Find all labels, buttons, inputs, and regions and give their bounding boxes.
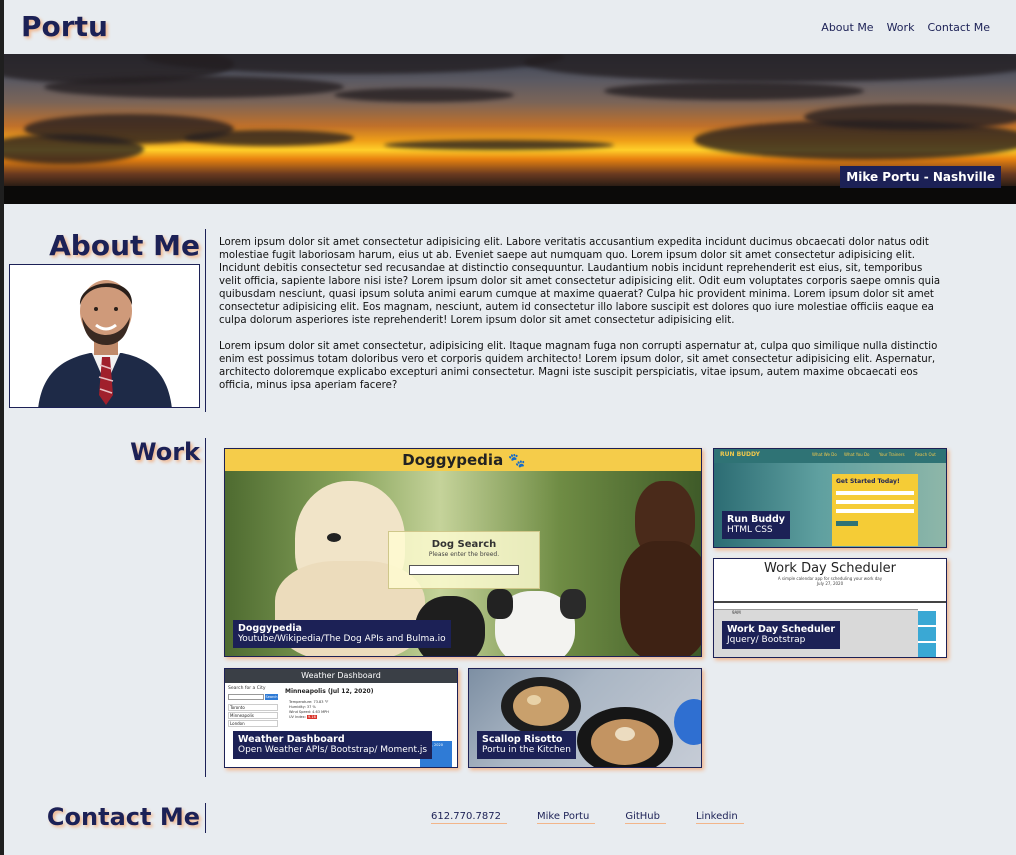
doggypedia-tech: Youtube/Wikipedia/The Dog APIs and Bulma… bbox=[238, 634, 446, 644]
profile-photo bbox=[9, 264, 200, 408]
contact-links: 612.770.7872 Mike Portu GitHub Linkedin bbox=[431, 811, 774, 824]
weather-city-minneapolis: Minneapolis bbox=[228, 712, 278, 719]
weather-city-toronto: Toronto bbox=[228, 704, 278, 711]
run-buddy-nav-2: What You Do bbox=[844, 452, 870, 457]
contact-phone-link[interactable]: 612.770.7872 bbox=[431, 811, 507, 824]
main-nav: About Me Work Contact Me bbox=[808, 21, 990, 34]
project-card-work-day-scheduler[interactable]: Work Day Scheduler A simple calendar app… bbox=[713, 558, 947, 658]
hero-sunset-banner: Mike Portu - Nashville bbox=[4, 54, 1016, 204]
treeline bbox=[4, 186, 1016, 204]
doggypedia-label: Doggypedia Youtube/Wikipedia/The Dog API… bbox=[233, 620, 451, 648]
run-buddy-form: Get Started Today! bbox=[832, 474, 918, 546]
doggypedia-search-panel: Dog Search Please enter the breed. bbox=[388, 531, 540, 589]
weather-screenshot-city: Minneapolis (Jul 12, 2020) bbox=[285, 688, 374, 695]
doggypedia-name: Doggypedia bbox=[238, 623, 302, 634]
weather-detail-uv: UV Index: bbox=[289, 715, 306, 719]
run-buddy-label: Run Buddy HTML CSS bbox=[722, 511, 790, 539]
risotto-tech: Portu in the Kitchen bbox=[482, 745, 571, 755]
scheduler-tech: Jquery/ Bootstrap bbox=[727, 635, 806, 645]
about-title: About Me bbox=[49, 229, 200, 262]
weather-city-london: London bbox=[228, 720, 278, 727]
work-title: Work bbox=[130, 438, 200, 466]
doggypedia-screenshot-title: Doggypedia bbox=[402, 451, 504, 469]
risotto-name: Scallop Risotto bbox=[482, 734, 563, 745]
about-divider bbox=[205, 229, 206, 412]
weather-name: Weather Dashboard bbox=[238, 734, 345, 745]
run-buddy-form-title: Get Started Today! bbox=[836, 478, 900, 485]
contact-github-link[interactable]: GitHub bbox=[625, 811, 666, 824]
nav-link-work[interactable]: Work bbox=[887, 21, 915, 34]
nav-link-about-me[interactable]: About Me bbox=[821, 21, 873, 34]
scheduler-hour: 9AM bbox=[732, 610, 741, 615]
run-buddy-nav-4: Reach Out bbox=[915, 452, 936, 457]
scheduler-screenshot-title: Work Day Scheduler bbox=[764, 561, 896, 576]
doggypedia-search-input bbox=[409, 565, 519, 575]
risotto-label: Scallop Risotto Portu in the Kitchen bbox=[477, 731, 576, 759]
nav-link-contact-me[interactable]: Contact Me bbox=[927, 21, 990, 34]
run-buddy-brand: RUN BUDDY bbox=[720, 451, 760, 458]
scheduler-name: Work Day Scheduler bbox=[727, 624, 836, 635]
hero-caption: Mike Portu - Nashville bbox=[840, 166, 1001, 188]
contact-title: Contact Me bbox=[46, 803, 200, 831]
site-header: Portu About Me Work Contact Me bbox=[4, 0, 1016, 54]
scheduler-screenshot-date: July 27, 2020 bbox=[816, 581, 844, 586]
weather-label: Weather Dashboard Open Weather APIs/ Boo… bbox=[233, 731, 433, 759]
project-card-doggypedia[interactable]: Doggypedia 🐾 Dog Search Please enter the… bbox=[224, 448, 702, 657]
scheduler-label: Work Day Scheduler Jquery/ Bootstrap bbox=[722, 621, 841, 649]
weather-screenshot-details: Temperature: 73.83 °F Humidity: 37 % Win… bbox=[289, 700, 329, 720]
run-buddy-tech: HTML CSS bbox=[727, 525, 773, 535]
about-text: Lorem ipsum dolor sit amet consectetur a… bbox=[219, 236, 947, 405]
about-paragraph-1: Lorem ipsum dolor sit amet consectetur a… bbox=[219, 237, 941, 326]
project-card-run-buddy[interactable]: RUN BUDDY What We Do What You Do Your Tr… bbox=[713, 448, 947, 548]
weather-search-button: Search bbox=[265, 694, 278, 700]
contact-divider bbox=[205, 803, 206, 833]
run-buddy-nav-1: What We Do bbox=[812, 452, 837, 457]
weather-tech: Open Weather APIs/ Bootstrap/ Moment.js bbox=[238, 745, 428, 755]
person-portrait-icon bbox=[10, 265, 199, 407]
page: Portu About Me Work Contact Me Mike Port… bbox=[4, 0, 1016, 855]
run-buddy-navbar: RUN BUDDY What We Do What You Do Your Tr… bbox=[714, 449, 946, 463]
project-card-weather-dashboard[interactable]: Weather Dashboard Search for a City Sear… bbox=[224, 668, 458, 768]
site-brand[interactable]: Portu bbox=[21, 10, 108, 43]
weather-screenshot-side: Search for a City bbox=[228, 686, 266, 691]
paw-icon: 🐾 bbox=[508, 453, 526, 469]
scheduler-header: Work Day Scheduler A simple calendar app… bbox=[714, 559, 946, 603]
run-buddy-nav-3: Your Trainers bbox=[879, 452, 905, 457]
doggypedia-search-title: Dog Search bbox=[431, 539, 497, 550]
doggypedia-search-hint: Please enter the breed. bbox=[428, 551, 500, 558]
project-card-scallop-risotto[interactable]: Scallop Risotto Portu in the Kitchen bbox=[468, 668, 702, 768]
doggypedia-header: Doggypedia 🐾 bbox=[225, 449, 701, 471]
run-buddy-name: Run Buddy bbox=[727, 514, 785, 525]
contact-name-link[interactable]: Mike Portu bbox=[536, 811, 596, 824]
about-paragraph-2: Lorem ipsum dolor sit amet consectetur, … bbox=[219, 341, 938, 391]
contact-linkedin-link[interactable]: Linkedin bbox=[695, 811, 744, 824]
work-divider bbox=[205, 438, 206, 777]
weather-uv-value: 9.16 bbox=[307, 715, 317, 719]
weather-screenshot-header: Weather Dashboard bbox=[225, 669, 457, 683]
